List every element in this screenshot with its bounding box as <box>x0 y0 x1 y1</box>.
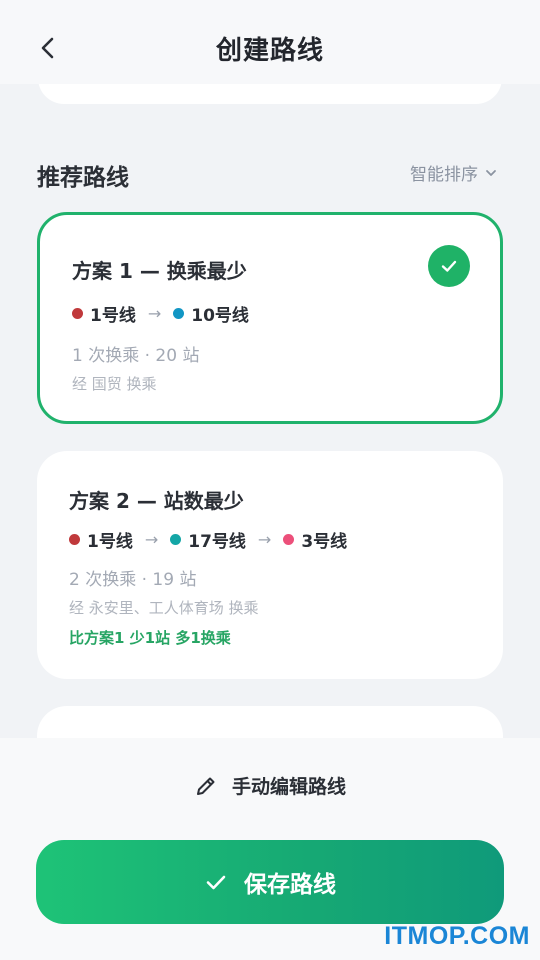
line-color-dot <box>173 308 185 319</box>
route-title: 方案 2 — 站数最少 <box>69 489 244 513</box>
sort-dropdown[interactable]: 智能排序 <box>410 160 498 185</box>
route-card-1[interactable]: 方案 1 — 换乘最少 1号线 → 10号线 1 次换乘 · 20 站 经 国贸… <box>37 212 503 424</box>
sort-label: 智能排序 <box>410 165 478 185</box>
arrow-right-icon: → <box>257 530 272 549</box>
manual-edit-label: 手动编辑路线 <box>231 776 346 798</box>
route-lines: 1号线 → 17号线 → 3号线 <box>69 527 347 552</box>
route-title: 方案 1 — 换乘最少 <box>72 259 247 283</box>
page-title: 创建路线 <box>215 36 324 66</box>
line-name: 1号线 <box>87 532 133 552</box>
line-color-dot <box>170 534 182 545</box>
watermark-logo: ITMOP.COM <box>384 922 530 950</box>
arrow-right-icon: → <box>144 530 159 549</box>
check-icon <box>206 875 226 890</box>
line-name: 17号线 <box>188 532 246 552</box>
route-stats: 1 次换乘 · 20 站 <box>72 346 200 366</box>
save-route-button[interactable]: 保存路线 <box>36 840 504 924</box>
arrow-right-icon: → <box>147 304 162 323</box>
section-title: 推荐路线 <box>37 165 129 191</box>
line-color-dot <box>72 308 83 319</box>
line-name: 3号线 <box>301 532 348 552</box>
chevron-down-icon <box>486 169 496 176</box>
save-label: 保存路线 <box>244 872 336 898</box>
line-color-dot <box>283 534 295 545</box>
selected-check-badge <box>428 245 470 287</box>
route-card-2[interactable]: 方案 2 — 站数最少 1号线 → 17号线 → 3号线 2 次换乘 · 19 … <box>37 451 503 679</box>
header-bar: 创建路线 <box>0 0 540 84</box>
check-icon <box>441 260 457 272</box>
route-lines: 1号线 → 10号线 <box>72 301 249 326</box>
route-comparison-note: 比方案1 少1站 多1换乘 <box>69 629 231 647</box>
route-stats: 2 次换乘 · 19 站 <box>69 570 197 590</box>
line-name: 1号线 <box>90 306 136 326</box>
pencil-icon <box>196 777 215 795</box>
line-name: 10号线 <box>191 306 249 326</box>
route-transfer-info: 经 永安里、工人体育场 换乘 <box>69 599 259 617</box>
route-transfer-info: 经 国贸 换乘 <box>72 375 157 393</box>
line-color-dot <box>69 534 80 545</box>
manual-edit-button[interactable]: 手动编辑路线 <box>0 772 540 799</box>
